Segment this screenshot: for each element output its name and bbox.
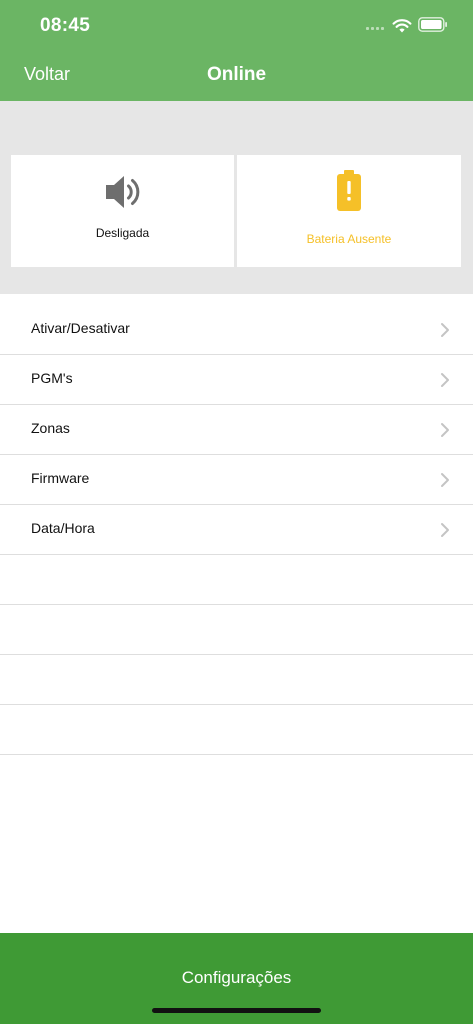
back-button[interactable]: Voltar: [24, 64, 70, 85]
battery-warning-icon: [337, 170, 361, 211]
menu-item-label: Firmware: [31, 470, 90, 486]
chevron-right-icon: [441, 423, 449, 437]
empty-row: [0, 605, 473, 655]
battery-status-card[interactable]: Bateria Ausente: [237, 155, 461, 267]
status-time: 08:45: [40, 15, 91, 36]
cellular-signal-icon: [366, 27, 384, 30]
empty-row: [0, 705, 473, 755]
wifi-icon: [392, 19, 412, 33]
configuration-button[interactable]: Configurações: [0, 933, 473, 1024]
chevron-right-icon: [441, 323, 449, 337]
speaker-icon: [105, 176, 139, 208]
siren-status-label: Desligada: [95, 226, 150, 240]
empty-row: [0, 655, 473, 705]
menu-item-ativar-desativar[interactable]: Ativar/Desativar: [0, 305, 473, 355]
menu-item-label: Data/Hora: [31, 520, 95, 536]
menu-item-label: PGM's: [31, 370, 73, 386]
configuration-label: Configurações: [181, 968, 292, 987]
chevron-right-icon: [441, 373, 449, 387]
chevron-right-icon: [441, 523, 449, 537]
battery-status-icon: [418, 17, 447, 32]
status-bar: 08:45: [0, 0, 473, 52]
menu-item-label: Ativar/Desativar: [31, 320, 130, 336]
menu-item-firmware[interactable]: Firmware: [0, 455, 473, 505]
empty-row: [0, 555, 473, 605]
settings-menu: Ativar/Desativar PGM's Zonas Firmware Da…: [0, 305, 473, 755]
page-title: Online: [206, 64, 267, 85]
menu-item-pgms[interactable]: PGM's: [0, 355, 473, 405]
menu-item-zonas[interactable]: Zonas: [0, 405, 473, 455]
siren-status-card[interactable]: Desligada: [11, 155, 234, 267]
home-indicator[interactable]: [152, 1008, 321, 1013]
menu-item-data-hora[interactable]: Data/Hora: [0, 505, 473, 555]
chevron-right-icon: [441, 473, 449, 487]
menu-item-label: Zonas: [31, 420, 70, 436]
battery-status-label: Bateria Ausente: [306, 232, 392, 246]
header: 08:45 Voltar Online: [0, 0, 473, 101]
